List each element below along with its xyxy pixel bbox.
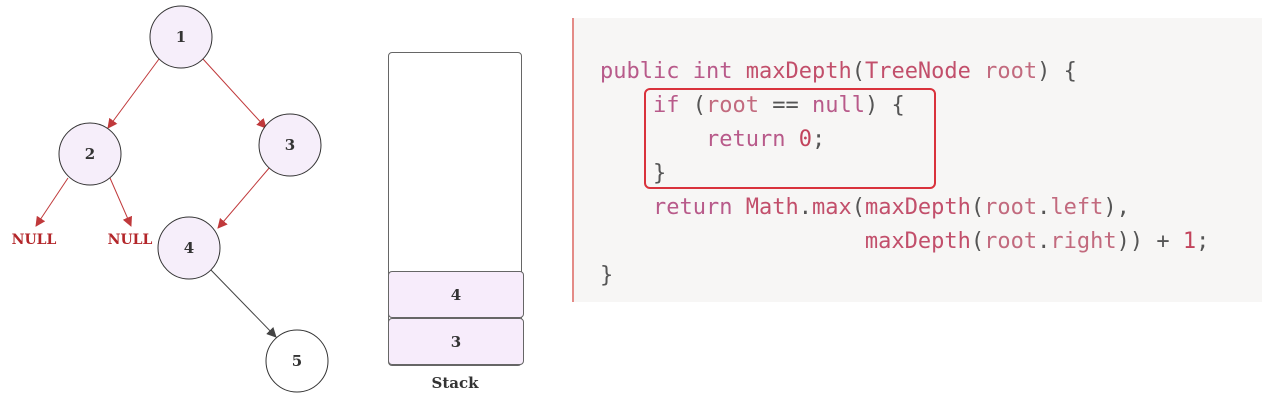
null-label-right: NULL [108,232,153,248]
node-label: 2 [85,145,95,163]
stack-frame: 3 [388,318,524,365]
tree-node-4: 4 [157,216,221,280]
edge-2-null-right [109,177,132,227]
edge-2-null-left [35,177,69,227]
code-line: maxDepth(root.right)) + 1; [864,229,1210,254]
node-label: 3 [285,136,295,154]
node-label: 4 [184,239,194,257]
edge-4-5 [208,267,277,338]
node-label: 5 [292,352,302,370]
null-label-left: NULL [12,232,57,248]
code-line: public int maxDepth(TreeNode root) { [600,59,1077,84]
binary-tree-diagram: 1 2 3 4 5 NULL NULL [12,5,329,393]
code-line: return Math.max(maxDepth(root.left), [652,195,1130,220]
base-case-highlight [644,88,936,189]
tree-node-5: 5 [265,329,329,393]
stack-frame: 4 [388,271,524,318]
tree-node-3: 3 [258,113,322,177]
call-stack: 4 3 [388,52,524,366]
code-panel: public int maxDepth(TreeNode root) { if … [572,18,1262,302]
tree-node-2: 2 [58,122,122,186]
edge-1-2 [107,58,160,129]
stack-label: Stack [431,374,479,392]
tree-node-1: 1 [149,5,213,69]
edge-3-4 [217,166,271,229]
code-line: } [600,263,614,288]
edge-1-3 [202,58,267,129]
node-label: 1 [176,28,186,46]
